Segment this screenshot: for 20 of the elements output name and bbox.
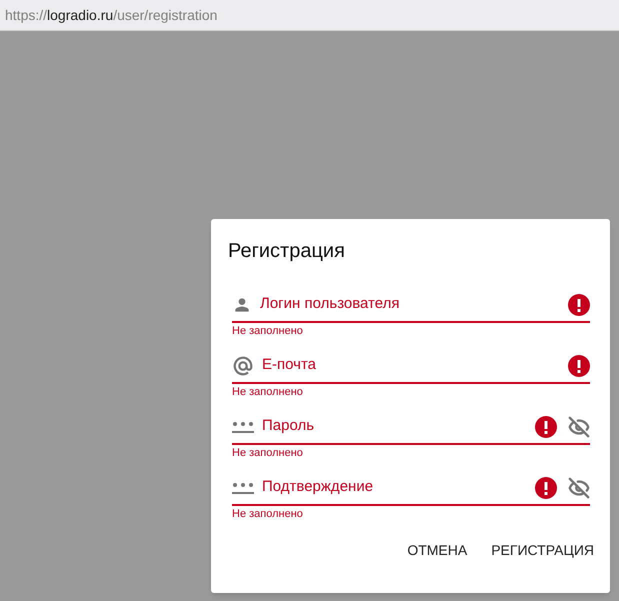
text-field[interactable]: Пароль (262, 415, 527, 438)
password-icon (232, 480, 254, 494)
url-host: logradio.ru (47, 6, 114, 25)
dialog-title: Регистрация (227, 239, 346, 264)
text-field[interactable]: Е-почта (262, 354, 560, 377)
error-message: Не заполнено (232, 385, 303, 400)
error-message: Не заполнено (232, 446, 303, 461)
url-path: /user/registration (113, 6, 218, 25)
error-message: Не заполнено (232, 324, 303, 339)
at-sign-icon (232, 354, 254, 376)
password-icon (232, 420, 254, 434)
hide-password-icon[interactable] (568, 416, 590, 438)
hide-password-icon[interactable] (568, 476, 590, 498)
register-button[interactable]: РЕГИСТРАЦИЯ (483, 532, 602, 568)
text-field[interactable]: Подтверждение (262, 476, 527, 499)
url-scheme: https:// (5, 6, 48, 25)
text-field[interactable]: Логин пользователя (260, 293, 560, 316)
error-message: Не заполнено (232, 507, 303, 522)
cancel-button[interactable]: ОТМЕНА (399, 532, 476, 568)
address-bar[interactable]: https://logradio.ru/user/registration (0, 0, 619, 31)
